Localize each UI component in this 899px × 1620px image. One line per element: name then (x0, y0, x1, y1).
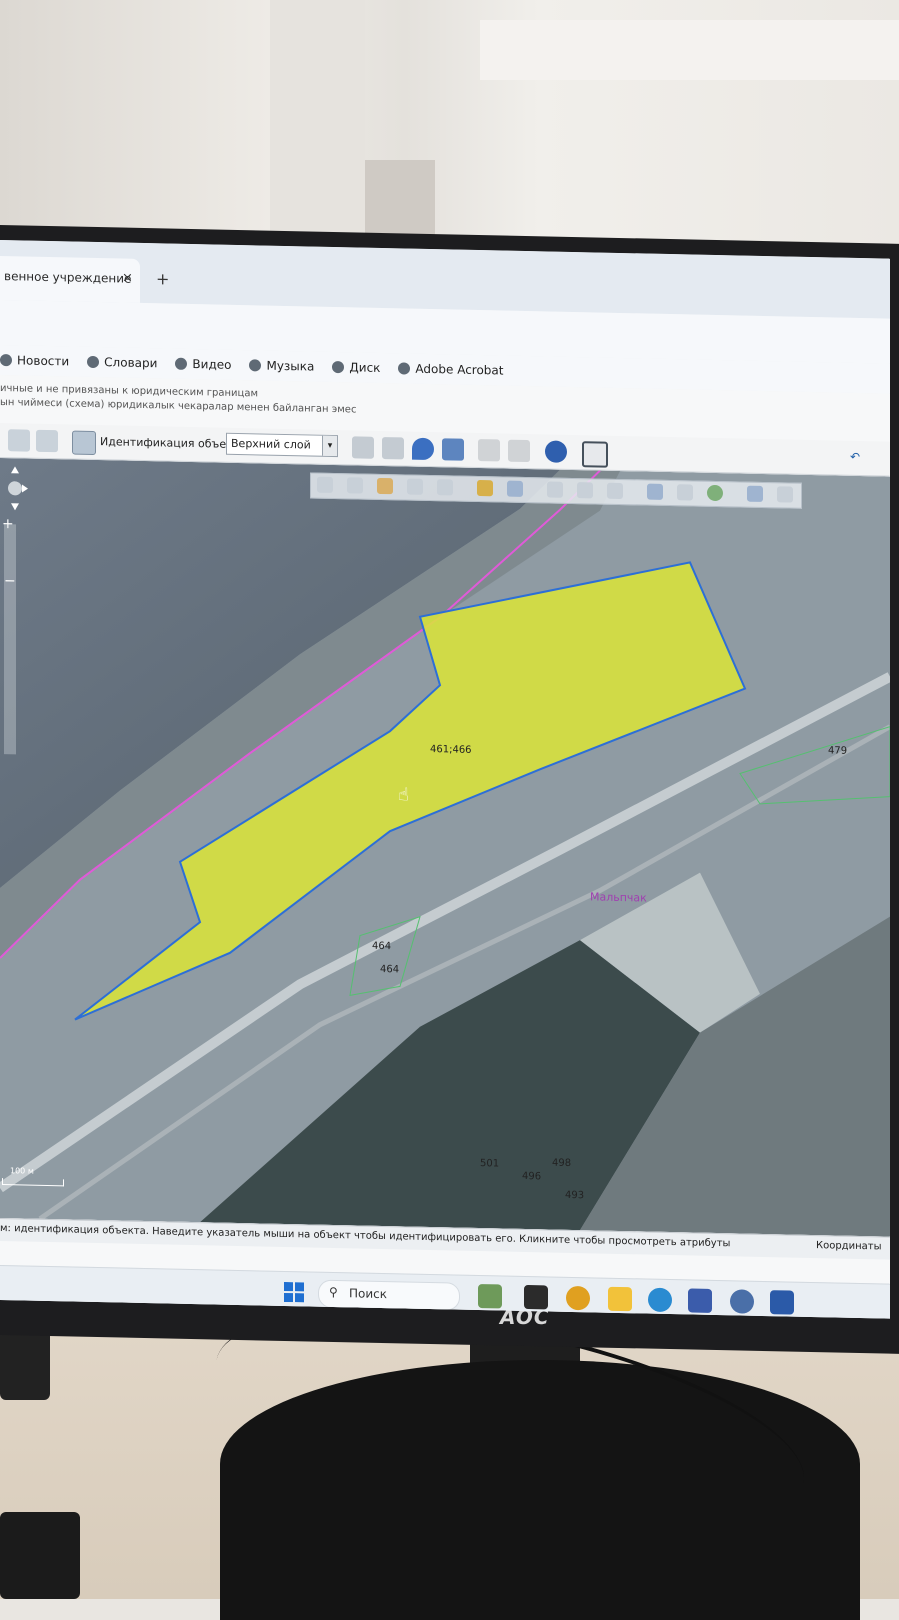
parcel-label[interactable]: 461;466 (430, 744, 472, 756)
layer-select[interactable]: Верхний слой ▾ (226, 432, 338, 458)
bookmark-video[interactable]: Видео (175, 357, 231, 372)
wall-shadow (365, 160, 435, 240)
file-explorer-icon[interactable] (608, 1286, 632, 1312)
parcel-label[interactable]: 493 (565, 1190, 584, 1201)
map-viewport[interactable]: + − 461;466 479 464 464 501 496 498 493 … (0, 458, 890, 1237)
link-icon[interactable] (677, 484, 693, 501)
disclaimer-kg: ын чиймеси (схема) юридикалык чекаралар … (0, 397, 357, 416)
magnifier-minus-icon[interactable] (36, 429, 58, 453)
identify-icon[interactable] (72, 430, 96, 456)
globe-icon[interactable] (707, 484, 723, 502)
location-pin-icon[interactable] (412, 437, 434, 461)
globe-icon (332, 360, 345, 374)
print-icon[interactable] (478, 439, 500, 462)
bookmark-news[interactable]: Новости (0, 353, 69, 368)
polygon-icon[interactable] (547, 481, 563, 498)
layer-select-value: Верхний слой (231, 436, 311, 452)
task-view-icon[interactable] (524, 1284, 548, 1310)
parcel-label[interactable]: 464 (380, 964, 399, 975)
bookmark-label: Видео (192, 357, 232, 372)
parcel-label[interactable]: 498 (552, 1158, 571, 1169)
undo-icon[interactable]: ↶ (850, 450, 860, 464)
bookmark-label: Музыка (266, 358, 315, 374)
gis-page: ичные и не привязаны к юридическим грани… (0, 375, 890, 1319)
pan-control-icon[interactable] (2, 466, 28, 511)
chevron-down-icon[interactable]: ▾ (322, 435, 337, 457)
monitor-screen: венное учреждение × + Новости Словари Ви… (0, 240, 890, 1319)
new-tab-button[interactable]: + (156, 269, 169, 288)
vertex-icon[interactable] (577, 482, 593, 499)
globe-icon (249, 359, 262, 372)
phone (0, 1512, 80, 1599)
bookmark-dictionaries[interactable]: Словари (87, 355, 157, 370)
bookmark-label: Диск (349, 360, 381, 375)
parcel-label[interactable]: 464 (372, 941, 391, 952)
export-icon[interactable] (508, 439, 530, 463)
app-icon[interactable] (730, 1289, 754, 1314)
store-icon[interactable] (688, 1288, 712, 1313)
tab-title: венное учреждение (4, 269, 132, 286)
wall-corner (270, 0, 365, 240)
close-icon[interactable]: × (122, 271, 133, 286)
measure-area-icon[interactable] (382, 437, 404, 460)
clear-icon[interactable] (437, 479, 453, 496)
close-icon[interactable] (777, 486, 793, 503)
zoom-slider[interactable] (4, 524, 16, 755)
chart-icon[interactable] (647, 483, 663, 500)
globe-icon (87, 355, 100, 369)
zoom-out-button[interactable]: − (4, 573, 16, 589)
identify-label: Идентификация объекта (100, 435, 246, 452)
bookmark-music[interactable]: Музыка (249, 358, 315, 374)
magnifier-icon[interactable] (8, 429, 30, 452)
coordinates-label: Координаты (816, 1240, 882, 1253)
globe-icon (175, 357, 188, 370)
layers-icon[interactable] (317, 476, 333, 493)
chrome-icon[interactable] (566, 1285, 590, 1311)
bookmark-adobe-acrobat[interactable]: Adobe Acrobat (398, 361, 504, 378)
scale-label: 100 м (10, 1166, 34, 1176)
taskbar-search[interactable]: ⚲ Поиск (318, 1279, 460, 1311)
bookmark-disk[interactable]: Диск (332, 360, 380, 375)
parcel-label[interactable]: 496 (522, 1171, 541, 1182)
search-map-icon[interactable] (407, 478, 423, 495)
hand-cursor-icon: ☝ (398, 784, 409, 806)
globe-icon (398, 362, 411, 375)
split-icon[interactable] (607, 482, 623, 500)
search-icon: ⚲ (329, 1284, 338, 1300)
parcel-label[interactable]: 479 (828, 745, 847, 756)
select-icon[interactable] (347, 477, 363, 494)
legend-icon[interactable] (377, 477, 393, 495)
search-placeholder: Поиск (349, 1286, 388, 1302)
pointer-icon[interactable] (507, 480, 523, 497)
help-icon[interactable] (545, 440, 567, 463)
edit-icon[interactable] (582, 441, 608, 468)
windows-start-icon[interactable] (284, 1281, 304, 1303)
word-icon[interactable] (770, 1290, 794, 1315)
bookmark-label: Словари (104, 355, 158, 371)
parcel-label[interactable]: 501 (480, 1158, 499, 1169)
scale-bar (2, 1178, 64, 1187)
place-name-label: Мальпчак (590, 890, 647, 905)
browser-tab[interactable]: венное учреждение × (0, 256, 140, 303)
satellite-map[interactable] (0, 458, 890, 1237)
widgets-icon[interactable] (478, 1284, 502, 1309)
street-view-icon[interactable] (442, 438, 464, 461)
bookmark-label: Новости (17, 353, 70, 369)
pan-arrows-icon[interactable] (2, 466, 28, 511)
save-icon[interactable] (747, 485, 763, 502)
pencil-icon[interactable] (477, 479, 493, 497)
measure-length-icon[interactable] (352, 436, 374, 459)
globe-icon (0, 354, 12, 367)
bookmark-label: Adobe Acrobat (415, 361, 504, 378)
wall-shelf (480, 20, 899, 80)
edge-icon[interactable] (648, 1287, 672, 1313)
